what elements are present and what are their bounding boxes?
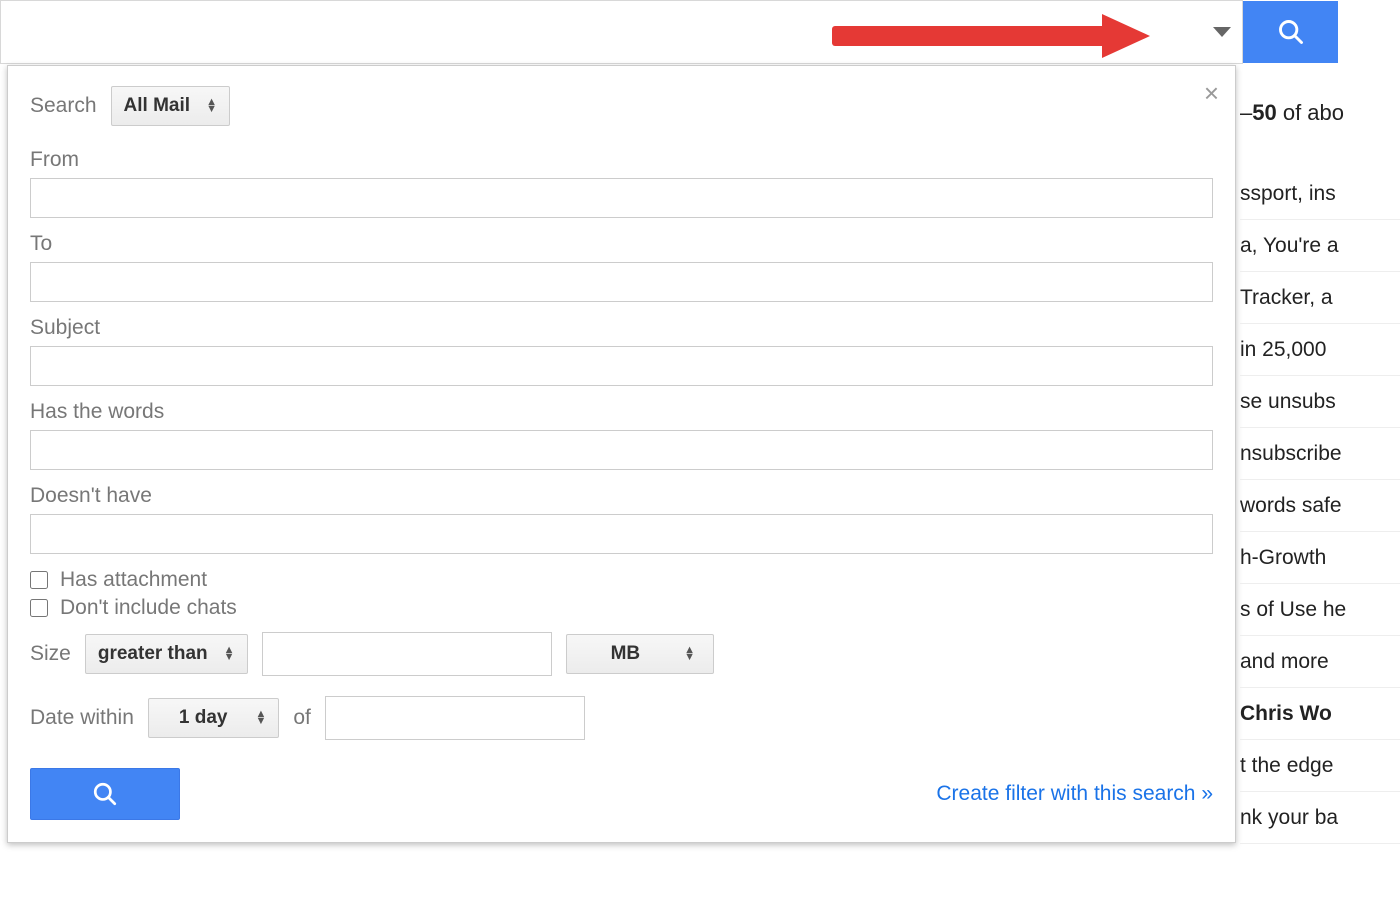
mail-row-fragment: se unsubs xyxy=(1240,376,1400,428)
search-scope-value: All Mail xyxy=(124,95,191,117)
stepper-icon: ▲▼ xyxy=(224,647,235,661)
date-range-value: 1 day xyxy=(179,707,228,729)
search-submit-button[interactable] xyxy=(30,768,180,820)
has-words-field-group: Has the words xyxy=(30,400,1213,470)
pagination-count: –50 of abo xyxy=(1240,100,1400,126)
mail-row-fragment: nk your ba xyxy=(1240,792,1400,844)
dont-include-chats-row: Don't include chats xyxy=(30,596,1213,620)
from-field-group: From xyxy=(30,148,1213,218)
mail-row-fragment: Tracker, a xyxy=(1240,272,1400,324)
stepper-icon: ▲▼ xyxy=(206,99,217,113)
date-of-label: of xyxy=(293,706,311,730)
has-words-label: Has the words xyxy=(30,400,1213,424)
search-icon xyxy=(92,781,118,807)
panel-bottom-row: Create filter with this search » xyxy=(30,768,1213,820)
has-words-input[interactable] xyxy=(30,430,1213,470)
search-scope-row: Search All Mail ▲▼ xyxy=(30,86,1213,126)
mail-row-fragment: t the edge xyxy=(1240,740,1400,792)
advanced-search-dropdown-trigger[interactable] xyxy=(1202,1,1242,63)
create-filter-link[interactable]: Create filter with this search » xyxy=(936,782,1213,806)
search-scope-label: Search xyxy=(30,94,97,118)
subject-input[interactable] xyxy=(30,346,1213,386)
size-unit-select[interactable]: MB ▲▼ xyxy=(566,634,714,674)
mail-row-fragment: and more xyxy=(1240,636,1400,688)
close-panel-button[interactable]: × xyxy=(1204,80,1219,106)
stepper-icon: ▲▼ xyxy=(684,647,695,661)
from-label: From xyxy=(30,148,1213,172)
size-label: Size xyxy=(30,642,71,666)
to-label: To xyxy=(30,232,1213,256)
size-comparator-value: greater than xyxy=(98,643,208,665)
stepper-icon: ▲▼ xyxy=(255,711,266,725)
date-within-label: Date within xyxy=(30,706,134,730)
size-comparator-select[interactable]: greater than ▲▼ xyxy=(85,634,248,674)
doesnt-have-label: Doesn't have xyxy=(30,484,1213,508)
advanced-search-panel: × Search All Mail ▲▼ From To Subject Has… xyxy=(7,65,1236,843)
subject-field-group: Subject xyxy=(30,316,1213,386)
mail-list-background: –50 of abo ssport, insa, You're a Tracke… xyxy=(1240,100,1400,844)
from-input[interactable] xyxy=(30,178,1213,218)
doesnt-have-input[interactable] xyxy=(30,514,1213,554)
size-row: Size greater than ▲▼ MB ▲▼ xyxy=(30,632,1213,676)
mail-row-fragment: in 25,000 xyxy=(1240,324,1400,376)
to-input[interactable] xyxy=(30,262,1213,302)
search-icon xyxy=(1277,18,1305,46)
size-value-input[interactable] xyxy=(262,632,552,676)
has-attachment-row: Has attachment xyxy=(30,568,1213,592)
date-row: Date within 1 day ▲▼ of xyxy=(30,696,1213,740)
mail-row-fragment: h-Growth xyxy=(1240,532,1400,584)
dont-include-chats-label: Don't include chats xyxy=(60,596,237,620)
caret-down-icon xyxy=(1213,27,1231,37)
search-scope-select[interactable]: All Mail ▲▼ xyxy=(111,86,230,126)
date-range-select[interactable]: 1 day ▲▼ xyxy=(148,698,279,738)
mail-row-fragment: s of Use he xyxy=(1240,584,1400,636)
mail-row-fragment: Chris Wo xyxy=(1240,688,1400,740)
subject-label: Subject xyxy=(30,316,1213,340)
has-attachment-label: Has attachment xyxy=(60,568,207,592)
mail-row-fragment: a, You're a xyxy=(1240,220,1400,272)
doesnt-have-field-group: Doesn't have xyxy=(30,484,1213,554)
search-button[interactable] xyxy=(1243,1,1338,63)
date-value-input[interactable] xyxy=(325,696,585,740)
search-bar xyxy=(0,0,1243,64)
size-unit-value: MB xyxy=(611,643,641,665)
has-attachment-checkbox[interactable] xyxy=(30,571,48,589)
to-field-group: To xyxy=(30,232,1213,302)
mail-row-fragment: ssport, ins xyxy=(1240,168,1400,220)
mail-row-fragment: words safe xyxy=(1240,480,1400,532)
dont-include-chats-checkbox[interactable] xyxy=(30,599,48,617)
mail-row-fragment: nsubscribe xyxy=(1240,428,1400,480)
